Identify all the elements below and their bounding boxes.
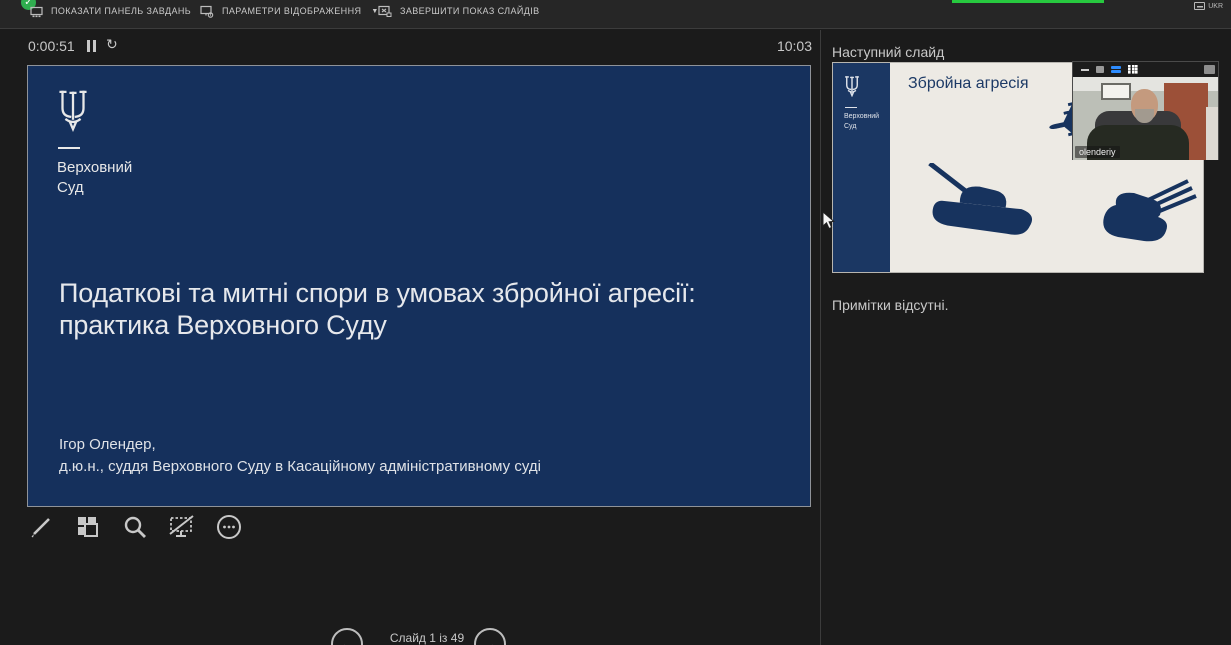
slide-author: Ігор Олендер, д.ю.н., суддя Верховного С… [59,434,541,478]
presenter-video: olenderiy [1073,77,1218,160]
end-slideshow-button[interactable]: ЗАВЕРШИТИ ПОКАЗ СЛАЙДІВ [378,0,540,22]
show-taskbar-button[interactable]: ПОКАЗАТИ ПАНЕЛЬ ЗАВДАНЬ [30,0,191,22]
display-settings-button[interactable]: ПАРАМЕТРИ ВІДОБРАЖЕННЯ ▼ [200,0,379,22]
presenter-view: ✓ ПОКАЗАТИ ПАНЕЛЬ ЗАВДАНЬ ПАРАМЕТРИ ВІДО… [0,0,1231,645]
pen-tool-button[interactable] [26,512,56,542]
display-settings-icon [200,5,214,18]
magnifier-icon [121,513,149,541]
slide-sorter-icon [74,513,102,541]
next-slide-header: Наступний слайд [832,44,944,60]
org-name-line2: Суд [57,178,132,198]
trident-icon [57,90,89,132]
slide-title: Податкові та митні спори в умовах збройн… [59,278,696,342]
thumbnail-title: Збройна агресія [908,75,1029,93]
minimize-icon[interactable] [1081,69,1089,71]
recording-indicator-strip [952,0,1104,3]
thumbnail-org-line2: Суд [844,122,879,132]
thumbnail-sidebar: Верховний Суд [833,63,890,272]
rocket-launcher-silhouette [1090,175,1200,247]
thumbnail-org-line1: Верховний [844,112,879,122]
thumbnail-logo-divider [845,107,857,108]
slide-counter: Слайд 1 із 49 [372,631,482,645]
keyboard-layout-indicator[interactable]: UKR [1194,2,1223,10]
more-options-icon [215,513,243,541]
logo-divider [58,147,80,149]
slide-tools [26,512,244,542]
taskbar-icon [30,5,43,18]
pen-icon [27,513,55,541]
show-taskbar-label: ПОКАЗАТИ ПАНЕЛЬ ЗАВДАНЬ [51,6,191,16]
see-all-slides-button[interactable] [73,512,103,542]
display-settings-label: ПАРАМЕТРИ ВІДОБРАЖЕННЯ [222,6,361,16]
keyboard-icon [1194,2,1205,10]
gallery-view-icon[interactable] [1128,65,1138,74]
more-options-button[interactable] [214,512,244,542]
panel-divider [820,30,821,645]
trident-icon-small [844,76,860,97]
previous-slide-button[interactable]: ← [331,628,363,645]
webcam-window[interactable]: olenderiy [1072,61,1219,160]
share-screen-icon[interactable] [1204,65,1215,74]
keyboard-layout-label: UKR [1208,3,1223,10]
mouse-cursor [822,211,835,230]
restore-icon[interactable] [1096,66,1104,73]
tank-silhouette [920,163,1045,241]
current-time: 10:03 [712,38,812,54]
speaker-view-icon[interactable] [1111,66,1121,74]
desk-edge [1206,107,1218,160]
top-toolbar: ✓ ПОКАЗАТИ ПАНЕЛЬ ЗАВДАНЬ ПАРАМЕТРИ ВІДО… [0,0,1231,29]
pause-timer-button[interactable] [86,40,98,52]
supreme-court-logo: Верховний Суд [57,90,132,197]
participant-name-label: olenderiy [1075,146,1120,158]
org-name-line1: Верховний [57,158,132,178]
webcam-titlebar [1073,62,1218,77]
end-slideshow-icon [378,5,392,18]
restart-timer-button[interactable]: ↻ [106,36,118,53]
current-slide[interactable]: Верховний Суд Податкові та митні спори в… [27,65,811,507]
notes-text: Примітки відсутні. [832,297,949,313]
thumbnail-logo: Верховний Суд [844,76,879,132]
black-screen-icon [167,513,197,541]
end-slideshow-label: ЗАВЕРШИТИ ПОКАЗ СЛАЙДІВ [400,6,540,16]
picture-frame [1101,83,1131,100]
presentation-timer: 0:00:51 [28,38,75,54]
zoom-slide-button[interactable] [120,512,150,542]
black-screen-button[interactable] [167,512,197,542]
